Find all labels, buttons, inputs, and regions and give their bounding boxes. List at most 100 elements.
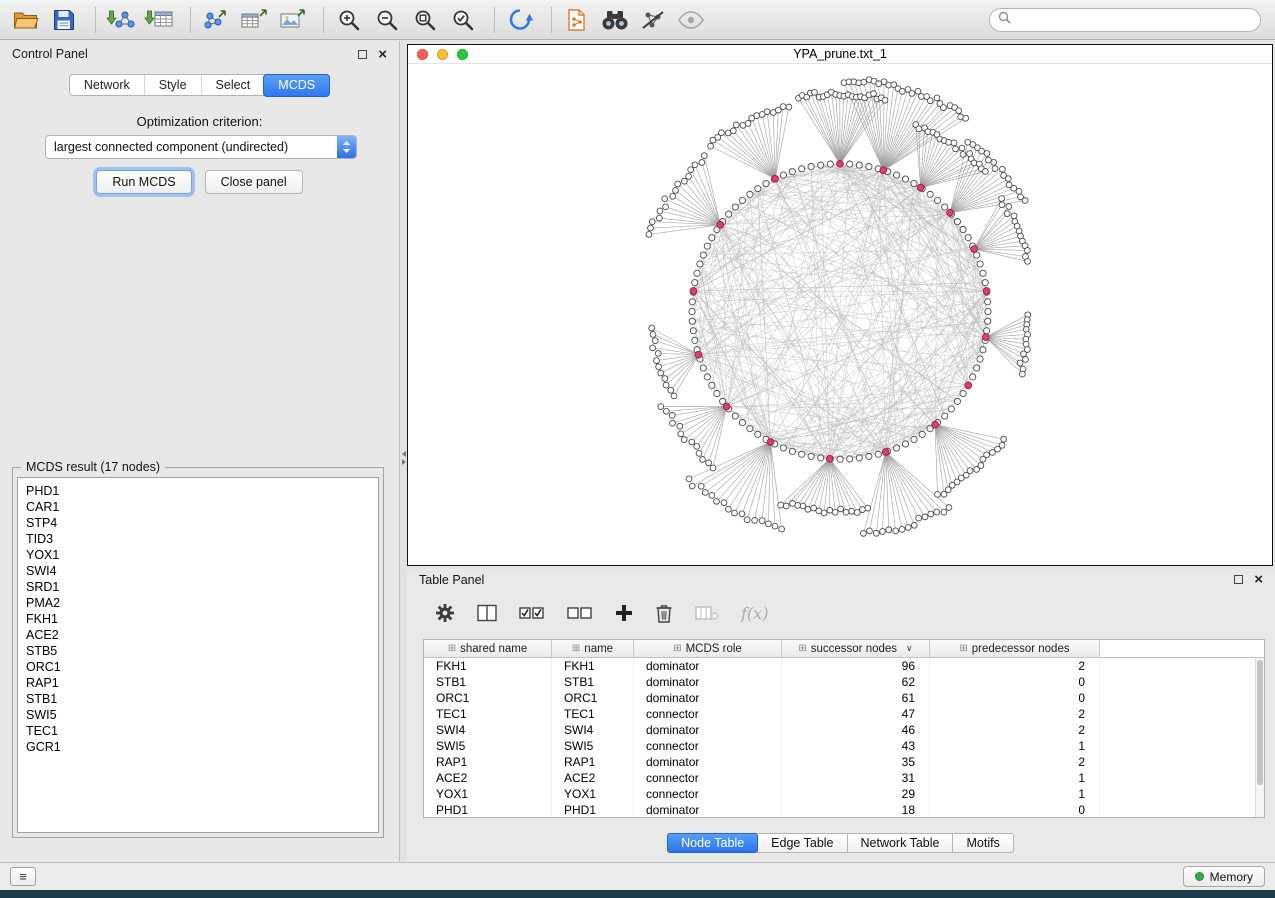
memory-button[interactable]: Memory bbox=[1183, 866, 1265, 887]
toolbar-separator bbox=[190, 7, 191, 33]
table-row[interactable]: RAP1RAP1dominator352 bbox=[424, 754, 1255, 770]
app-window: Control Panel × Network Style Select MCD… bbox=[0, 0, 1275, 890]
column-header-shared-name[interactable]: ⊞ shared name bbox=[424, 640, 552, 657]
close-table-panel-icon[interactable]: × bbox=[1254, 572, 1263, 587]
mcds-result-item[interactable]: SRD1 bbox=[26, 579, 378, 595]
scrollbar-thumb[interactable] bbox=[1257, 660, 1263, 785]
delete-column-trash-icon[interactable] bbox=[655, 603, 673, 623]
table-cell: FKH1 bbox=[424, 658, 552, 674]
export-image-icon[interactable] bbox=[276, 5, 308, 35]
zoom-in-icon[interactable] bbox=[333, 5, 365, 35]
table-row[interactable]: ACE2ACE2connector311 bbox=[424, 770, 1255, 786]
table-cell-filler bbox=[1100, 786, 1255, 802]
function-builder-icon: f(x) bbox=[741, 604, 768, 623]
show-hide-graphics-icon[interactable] bbox=[675, 5, 707, 35]
float-panel-icon[interactable] bbox=[358, 50, 367, 59]
panel-splitter[interactable] bbox=[400, 41, 407, 862]
mcds-result-item[interactable]: TID3 bbox=[26, 531, 378, 547]
zoom-out-icon[interactable] bbox=[371, 5, 403, 35]
table-row[interactable]: PHD1PHD1dominator180 bbox=[424, 802, 1255, 817]
table-cell: dominator bbox=[634, 690, 782, 706]
optimization-dropdown[interactable]: largest connected component (undirected) bbox=[45, 135, 357, 159]
mcds-result-item[interactable]: SWI5 bbox=[26, 707, 378, 723]
table-cell-filler bbox=[1100, 738, 1255, 754]
mcds-result-item[interactable]: FKH1 bbox=[26, 611, 378, 627]
select-all-columns-icon[interactable] bbox=[519, 605, 545, 621]
splitter-handle-icon[interactable] bbox=[400, 451, 407, 465]
column-header-successor-nodes[interactable]: ⊞ successor nodes ∨ bbox=[782, 640, 930, 657]
table-row[interactable]: STB1STB1dominator620 bbox=[424, 674, 1255, 690]
share-document-icon[interactable] bbox=[561, 5, 593, 35]
unselect-all-columns-icon[interactable] bbox=[567, 605, 593, 621]
table-cell: SWI5 bbox=[424, 738, 552, 754]
mcds-result-item[interactable]: SWI4 bbox=[26, 563, 378, 579]
search-input[interactable] bbox=[1017, 13, 1252, 27]
mcds-result-item[interactable]: PHD1 bbox=[26, 483, 378, 499]
tab-network[interactable]: Network bbox=[70, 75, 144, 95]
table-scrollbar[interactable] bbox=[1255, 658, 1264, 817]
export-network-icon[interactable] bbox=[200, 5, 232, 35]
mcds-result-title: MCDS result (17 nodes) bbox=[21, 460, 165, 474]
tab-motifs[interactable]: Motifs bbox=[952, 833, 1013, 853]
show-column-panel-icon[interactable] bbox=[477, 604, 497, 622]
column-header-predecessor-nodes[interactable]: ⊞ predecessor nodes bbox=[930, 640, 1100, 657]
level-of-detail-icon[interactable] bbox=[637, 5, 669, 35]
table-row[interactable]: SWI4SWI4dominator462 bbox=[424, 722, 1255, 738]
mcds-result-item[interactable]: STB5 bbox=[26, 643, 378, 659]
mcds-result-list[interactable]: PHD1CAR1STP4TID3YOX1SWI4SRD1PMA2FKH1ACE2… bbox=[17, 477, 379, 833]
table-cell: 0 bbox=[930, 674, 1100, 690]
open-session-icon[interactable] bbox=[10, 5, 42, 35]
table-row[interactable]: YOX1YOX1connector291 bbox=[424, 786, 1255, 802]
mcds-result-item[interactable]: ORC1 bbox=[26, 659, 378, 675]
mcds-result-item[interactable]: CAR1 bbox=[26, 499, 378, 515]
table-cell: dominator bbox=[634, 802, 782, 817]
mcds-result-item[interactable]: YOX1 bbox=[26, 547, 378, 563]
mcds-result-item[interactable]: GCR1 bbox=[26, 739, 378, 755]
network-canvas[interactable] bbox=[408, 64, 1272, 565]
table-row[interactable]: FKH1FKH1dominator962 bbox=[424, 658, 1255, 674]
table-row[interactable]: TEC1TEC1connector472 bbox=[424, 706, 1255, 722]
tab-edge-table[interactable]: Edge Table bbox=[757, 833, 847, 853]
search-icon bbox=[998, 11, 1011, 29]
table-panel: Table Panel × bbox=[407, 569, 1275, 862]
automation-menu-icon[interactable]: ≡ bbox=[10, 867, 36, 886]
import-network-icon[interactable] bbox=[105, 5, 137, 35]
search-network-icon[interactable] bbox=[599, 5, 631, 35]
close-panel-button[interactable]: Close panel bbox=[205, 170, 303, 194]
table-tabs: Node Table Edge Table Network Table Moti… bbox=[407, 833, 1275, 853]
tab-style[interactable]: Style bbox=[144, 75, 201, 95]
mcds-result-item[interactable]: TEC1 bbox=[26, 723, 378, 739]
column-type-icon: ⊞ bbox=[673, 643, 681, 654]
column-header-mcds-role[interactable]: ⊞ MCDS role bbox=[634, 640, 782, 657]
tab-mcds[interactable]: MCDS bbox=[263, 74, 330, 97]
table-cell: ACE2 bbox=[424, 770, 552, 786]
table-cell: RAP1 bbox=[552, 754, 634, 770]
table-cell: 2 bbox=[930, 722, 1100, 738]
create-column-plus-icon[interactable] bbox=[615, 604, 633, 622]
column-header-name[interactable]: ⊞ name bbox=[552, 640, 634, 657]
mcds-result-item[interactable]: STP4 bbox=[26, 515, 378, 531]
zoom-selected-icon[interactable] bbox=[447, 5, 479, 35]
run-mcds-button[interactable]: Run MCDS bbox=[96, 170, 191, 194]
zoom-fit-icon[interactable] bbox=[409, 5, 441, 35]
table-row[interactable]: SWI5SWI5connector431 bbox=[424, 738, 1255, 754]
float-table-panel-icon[interactable] bbox=[1234, 575, 1243, 584]
tab-network-table[interactable]: Network Table bbox=[847, 833, 954, 853]
import-table-icon[interactable] bbox=[143, 5, 175, 35]
mcds-result-item[interactable]: RAP1 bbox=[26, 675, 378, 691]
close-panel-icon[interactable]: × bbox=[378, 47, 387, 62]
save-session-icon[interactable] bbox=[48, 5, 80, 35]
mcds-result-item[interactable]: STB1 bbox=[26, 691, 378, 707]
sort-indicator-icon: ∨ bbox=[906, 643, 913, 654]
right-column: YPA_prune.txt_1 Table Panel × bbox=[407, 41, 1275, 862]
table-row[interactable]: ORC1ORC1dominator610 bbox=[424, 690, 1255, 706]
tab-node-table[interactable]: Node Table bbox=[667, 833, 758, 853]
table-cell-filler bbox=[1100, 706, 1255, 722]
export-table-icon[interactable] bbox=[238, 5, 270, 35]
global-search[interactable] bbox=[989, 8, 1261, 32]
table-settings-gear-icon[interactable] bbox=[435, 603, 455, 623]
tab-select[interactable]: Select bbox=[201, 75, 265, 95]
mcds-result-item[interactable]: PMA2 bbox=[26, 595, 378, 611]
mcds-result-item[interactable]: ACE2 bbox=[26, 627, 378, 643]
refresh-icon[interactable] bbox=[504, 5, 536, 35]
